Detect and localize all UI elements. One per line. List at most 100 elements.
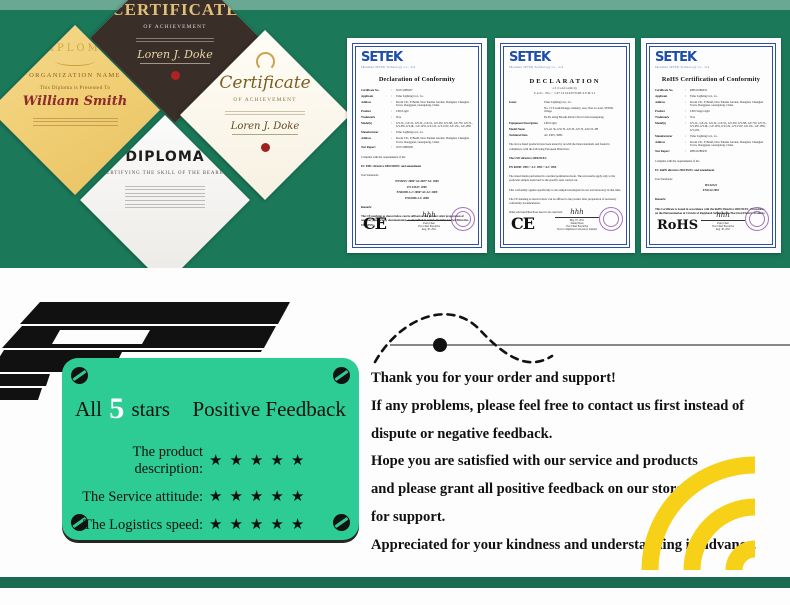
certificate-signature: Loren J. Doke bbox=[230, 121, 300, 132]
rating-stars: ★ ★ ★ ★ ★ bbox=[209, 490, 337, 505]
rohs-mark-icon: RoHS bbox=[657, 218, 699, 233]
document-certificate-number: Certi. No.: 1471210407048/LVD/11 bbox=[534, 91, 596, 95]
standard-item: EN61000-3-3: 2008 bbox=[405, 195, 429, 200]
certificate-subtitle: OF ACHIEVEMENT bbox=[233, 97, 297, 103]
star-icon: ★ bbox=[249, 517, 264, 533]
document-title: RoHS Certification of Conformity bbox=[661, 76, 761, 83]
rating-label: The Logistics speed: bbox=[82, 517, 203, 533]
signature-rule bbox=[140, 63, 210, 64]
recipient-name: William Smith bbox=[22, 94, 128, 109]
rating-row-product-description: The product description: ★ ★ ★ ★ ★ bbox=[62, 444, 359, 478]
field-row: Trademark: N/A bbox=[361, 114, 401, 119]
signature-block: ℎℎℎ Peter Chen Vice Chief Executive Aug.… bbox=[701, 211, 745, 231]
field-row: Manufacturer: Tider Lighting Ltd., Co. bbox=[361, 130, 424, 135]
field-row: Model Name GY-A1 5L-GW 5L-GY-3L-GY-7L-GW-… bbox=[509, 126, 599, 131]
handwritten-signature: ℎℎℎ bbox=[716, 211, 730, 220]
star-icon: ★ bbox=[290, 517, 305, 533]
document-title-line2: of Conformity bbox=[552, 86, 578, 90]
field-row: Equipment Description LED Light bbox=[509, 121, 557, 126]
star-icon: ★ bbox=[249, 452, 264, 469]
feedback-heading: All 5 stars Positive Feedback bbox=[62, 392, 359, 426]
signed-date: Aug. 30, 2011 bbox=[421, 228, 437, 231]
diploma-body-lines bbox=[32, 115, 118, 128]
star-icon: ★ bbox=[270, 517, 284, 533]
handwritten-signature: ℎℎℎ bbox=[570, 208, 584, 217]
document-fields: Issuer Tider Lighting Ltd., Co. No. 13 E … bbox=[509, 100, 621, 137]
laurel-ring-icon bbox=[255, 52, 275, 71]
standard-item: EN61000-3-2: 2006+A1:A2: 2009 bbox=[396, 190, 438, 195]
certificate-subtitle: OF ACHIEVEMENT bbox=[143, 23, 207, 30]
yellow-wifi-arcs-decoration bbox=[641, 456, 756, 570]
star-icon: ★ bbox=[209, 452, 223, 469]
certificate-title: CERTIFICATE bbox=[111, 0, 239, 20]
round-stamp-icon bbox=[451, 207, 475, 231]
field-row: Fu-Fu xiang Baoshi district Nova Chan Gu… bbox=[544, 115, 604, 120]
signature-block: ℎℎℎ Peter Chen Vice Chief Executive Aug.… bbox=[407, 211, 451, 231]
field-row: Technical Data AC 230V, 50Hz bbox=[509, 132, 563, 137]
standard-item: EN1122:2001 bbox=[702, 188, 720, 193]
star-icon: ★ bbox=[270, 452, 284, 469]
rating-row-logistics-speed: The Logistics speed: ★ ★ ★ ★ ★ bbox=[62, 517, 359, 534]
document-rohs-certification: SETEK Shenzhen SETEK Technology Co., Ltd… bbox=[641, 38, 781, 253]
field-row: Certificate No.: RHS11080435 bbox=[655, 88, 708, 92]
complies-label: Complies with the requirements of the bbox=[655, 158, 700, 163]
standards-label: Test Standards: bbox=[361, 173, 379, 178]
field-row: Model(s): GY-1L, GY-2L, GY-3L, GY-5L, GY-… bbox=[655, 120, 767, 132]
footer-green-bar bbox=[0, 577, 790, 588]
signature-block: ℎℎℎ May 07, 2011 Daniel Yuan Vice Chief … bbox=[555, 208, 599, 231]
round-stamp-icon bbox=[599, 207, 623, 231]
signed-date: Aug. 30, 2011 bbox=[715, 228, 731, 231]
heading-mid: stars bbox=[131, 397, 170, 421]
field-row: Model(s): GY-1L, GY-2L, GY-3L, GY-5L, GY-… bbox=[361, 120, 473, 129]
star-icon: ★ bbox=[229, 489, 243, 505]
field-row: Trademark: N/A bbox=[655, 114, 695, 119]
directive-text: EC RoHS directive 2002/95/EC and amendme… bbox=[655, 167, 715, 172]
setek-logo-subtitle: Shenzhen SETEK Technology Co., Ltd bbox=[509, 66, 564, 69]
star-icon: ★ bbox=[290, 452, 305, 469]
field-row: Product: LED Stage Light bbox=[655, 109, 710, 114]
certificate-signature: Loren J. Doke bbox=[137, 47, 213, 61]
setek-logo-subtitle: Shenzhen SETEK Technology Co., Ltd bbox=[361, 66, 416, 69]
star-icon: ★ bbox=[270, 489, 284, 505]
presented-to-label: This Diploma is Presented To bbox=[39, 86, 111, 91]
screw-icon bbox=[71, 367, 88, 384]
positive-feedback-card: All 5 stars Positive Feedback The produc… bbox=[62, 358, 359, 540]
remark-label: Remark: bbox=[655, 197, 667, 202]
field-row: Applicant: Tider Lighting Ltd., Co. bbox=[655, 93, 718, 98]
rating-stars: ★ ★ ★ ★ ★ bbox=[209, 518, 337, 533]
promo-banner-page: CERTIFICATE OF ACHIEVEMENT Loren J. Doke… bbox=[0, 0, 790, 605]
setek-logo: SETEK bbox=[361, 50, 403, 65]
field-row: Manufacturer: Tider Lighting Ltd., Co. bbox=[655, 133, 718, 138]
message-line: Thank you for your order and support! bbox=[371, 370, 616, 386]
note-paragraph: The stated marks performed in a normal p… bbox=[509, 174, 616, 183]
star-icon: ★ bbox=[209, 489, 223, 505]
field-row: Test Report: RHS11080435 bbox=[655, 149, 708, 153]
setek-logo: SETEK bbox=[655, 50, 697, 65]
wax-seal-icon bbox=[170, 71, 180, 80]
standards-text: EN 60598: 1993 + A1: 1993 + A2: 1995 bbox=[509, 164, 557, 169]
heading-pre: All bbox=[75, 397, 102, 421]
directive-text: The LVD directive 2006/95/EC bbox=[509, 155, 547, 160]
field-row: Address: Room 13C, E Build, New Pandan Ga… bbox=[361, 99, 470, 108]
star-icon: ★ bbox=[229, 517, 243, 533]
document-title: DECLARATION bbox=[529, 78, 601, 85]
document-fields: Certificate No.: SCE11080457 Applicant: Ti… bbox=[361, 88, 473, 150]
setek-logo: SETEK bbox=[509, 50, 551, 65]
document-fields: Certificate No.: RHS11080435 Applicant: Ti… bbox=[655, 88, 767, 154]
diploma-body-lines bbox=[125, 183, 205, 211]
rating-label: The Service attitude: bbox=[82, 489, 203, 505]
document-title: Declaration of Conformity bbox=[378, 76, 456, 83]
certificate-body-lines bbox=[136, 36, 214, 44]
organization-name: ORGANIZATION NAME bbox=[29, 72, 121, 79]
star-icon: ★ bbox=[290, 489, 305, 505]
star-icon: ★ bbox=[249, 489, 264, 505]
screw-icon bbox=[333, 367, 350, 384]
heading-star-count: 5 bbox=[109, 392, 125, 425]
signature-rule bbox=[232, 134, 298, 135]
field-row: Issuer Tider Lighting Ltd., Co. bbox=[509, 100, 572, 104]
certificate-body-lines bbox=[225, 109, 305, 117]
complies-label: Complies with the requirements of the bbox=[361, 155, 406, 159]
document-declaration-lvd: SETEK Shenzhen SETEK Technology Co., Ltd… bbox=[495, 38, 635, 253]
intro-paragraph: The above listed products have been test… bbox=[509, 142, 610, 151]
ce-mark-icon: CE bbox=[511, 214, 535, 233]
